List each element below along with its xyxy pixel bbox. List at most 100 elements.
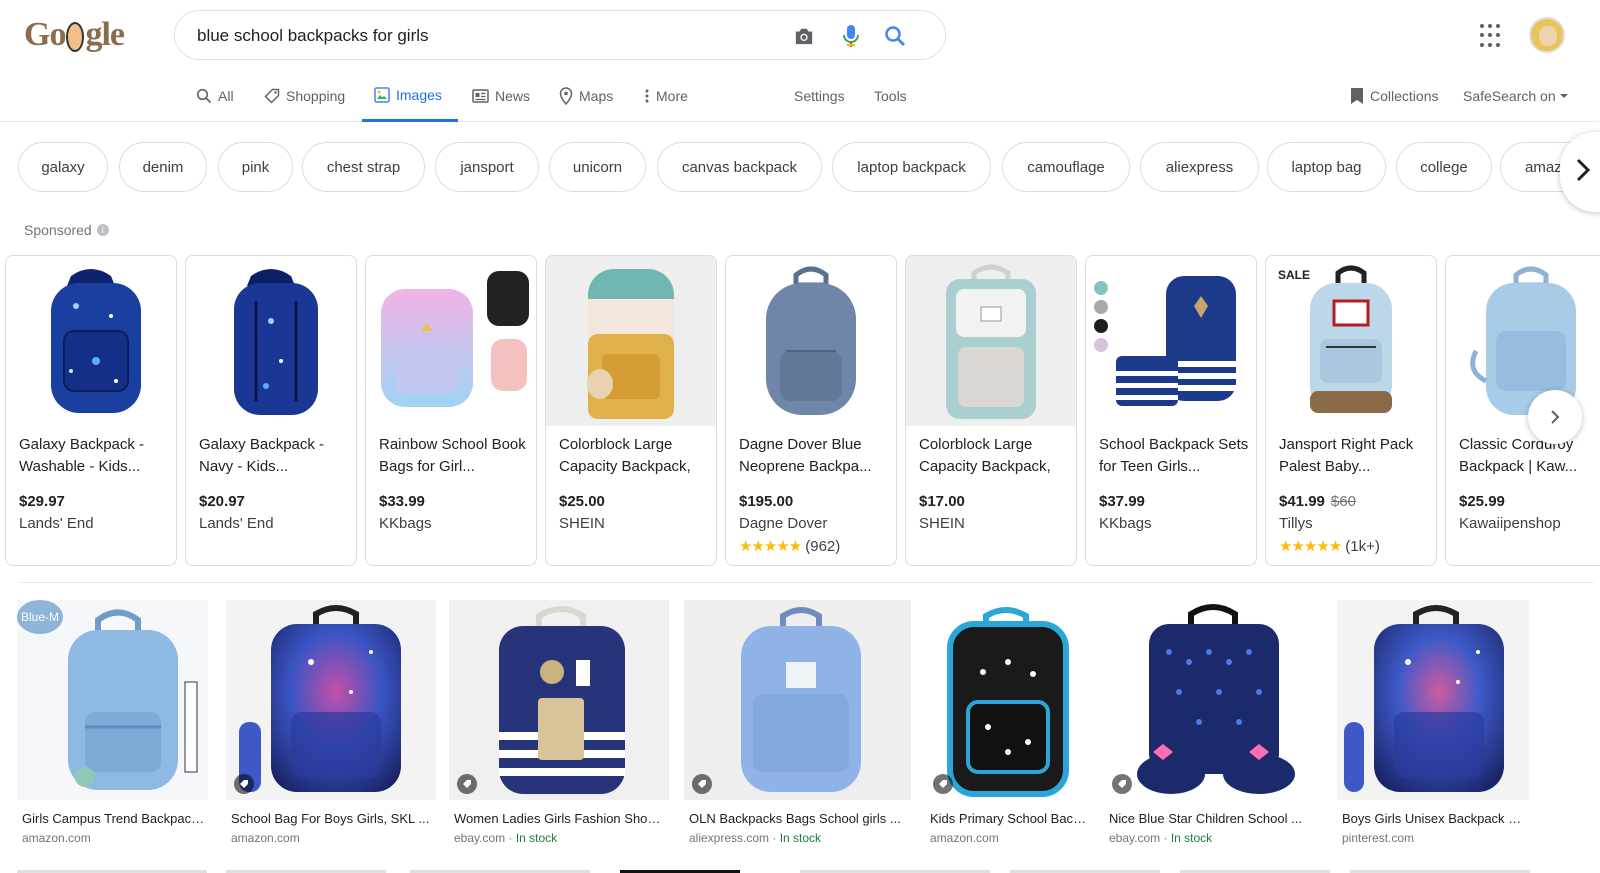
result-image[interactable] — [449, 600, 669, 800]
chip[interactable]: college — [1396, 142, 1492, 192]
image-result[interactable]: Boys Girls Unisex Backpack Galaxy ... pi… — [1337, 600, 1529, 850]
search-box[interactable]: blue school backpacks for girls — [174, 10, 946, 60]
image-result[interactable]: OLN Backpacks Bags School girls ... alie… — [684, 600, 911, 850]
tab-shopping[interactable]: Shopping — [264, 70, 345, 122]
camera-icon[interactable] — [790, 22, 818, 50]
image-result[interactable]: Women Ladies Girls Fashion Shoulder ... … — [449, 600, 669, 850]
result-source: amazon.com — [930, 831, 999, 845]
result-image[interactable] — [684, 600, 911, 800]
account-avatar[interactable] — [1529, 17, 1565, 53]
tab-maps[interactable]: Maps — [559, 70, 613, 122]
result-image[interactable] — [1104, 600, 1324, 800]
product-image — [366, 256, 536, 426]
product-store: KKbags — [1099, 515, 1152, 532]
product-card[interactable]: School Backpack Sets for Teen Girls... $… — [1085, 255, 1257, 566]
product-card[interactable]: Rainbow School Book Bags for Girl... $33… — [365, 255, 537, 566]
result-title[interactable]: Women Ladies Girls Fashion Shoulder ... — [454, 811, 666, 826]
chip[interactable]: galaxy — [18, 142, 108, 192]
color-swatches[interactable] — [1094, 281, 1108, 357]
product-card[interactable]: Galaxy Backpack - Washable - Kids... $29… — [5, 255, 177, 566]
chip[interactable]: laptop backpack — [832, 142, 991, 192]
result-image[interactable] — [1337, 600, 1529, 800]
product-card[interactable]: Dagne Dover Blue Neoprene Backpa... $195… — [725, 255, 897, 566]
google-apps-icon[interactable] — [1480, 24, 1504, 48]
color-swatch — [1094, 300, 1108, 314]
product-price: $33.99 — [379, 493, 425, 510]
products-next-button[interactable] — [1528, 390, 1582, 444]
result-source: ebay.com · In stock — [1109, 831, 1213, 845]
product-price: $41.99 $60 — [1279, 493, 1356, 510]
chip[interactable]: laptop bag — [1267, 142, 1386, 192]
related-searches-chips: galaxy denim pink chest strap jansport u… — [0, 140, 1600, 194]
tab-images[interactable]: Images — [362, 70, 458, 122]
image-result[interactable]: Blue-M Girls Campus Trend Backpack ... a… — [17, 600, 208, 850]
chevron-right-icon — [1551, 410, 1560, 424]
tab-all[interactable]: All — [196, 70, 234, 122]
image-result[interactable]: School Bag For Boys Girls, SKL ... amazo… — [226, 600, 436, 850]
more-vert-icon — [645, 89, 649, 103]
product-card[interactable]: Colorblock Large Capacity Backpack, $17.… — [905, 255, 1077, 566]
search-icon[interactable] — [881, 22, 909, 50]
product-price: $20.97 — [199, 493, 245, 510]
result-title[interactable]: Nice Blue Star Children School ... — [1109, 811, 1321, 826]
result-source: ebay.com · In stock — [454, 831, 558, 845]
microphone-icon[interactable] — [837, 22, 865, 50]
divider — [20, 582, 1594, 583]
search-tabs-bar: All Shopping Images News Maps More Setti… — [0, 70, 1600, 122]
product-card[interactable]: Colorblock Large Capacity Backpack, $25.… — [545, 255, 717, 566]
chip[interactable]: jansport — [435, 142, 539, 192]
product-card[interactable]: SALE Jansport Right Pack Palest Baby... … — [1265, 255, 1437, 566]
product-price: $17.00 — [919, 493, 965, 510]
dropdown-arrow-icon — [1559, 94, 1568, 98]
product-image — [546, 256, 716, 426]
result-image[interactable] — [226, 600, 436, 800]
result-title[interactable]: Kids Primary School Backpack ... — [930, 811, 1088, 826]
google-doodle-logo[interactable]: Go gle — [24, 16, 125, 54]
original-price: $60 — [1330, 493, 1356, 510]
image-result[interactable]: Nice Blue Star Children School ... ebay.… — [1104, 600, 1324, 850]
result-title[interactable]: School Bag For Boys Girls, SKL ... — [231, 811, 433, 826]
tab-news[interactable]: News — [472, 70, 530, 122]
tools-link[interactable]: Tools — [874, 70, 907, 122]
chip[interactable]: denim — [119, 142, 207, 192]
star-rating-icon: ★★★★★ — [1279, 538, 1342, 555]
product-store: KKbags — [379, 515, 432, 532]
chip[interactable]: unicorn — [549, 142, 646, 192]
settings-link[interactable]: Settings — [794, 70, 845, 122]
product-image — [1086, 256, 1256, 426]
chip[interactable]: camouflage — [1002, 142, 1130, 192]
color-swatch — [1094, 338, 1108, 352]
color-swatch — [1094, 319, 1108, 333]
product-title: Dagne Dover Blue Neoprene Backpa... — [739, 436, 872, 475]
sponsored-products-carousel: Galaxy Backpack - Washable - Kids... $29… — [0, 255, 1600, 567]
result-image[interactable]: Blue-M — [17, 600, 208, 800]
product-store: Lands' End — [199, 515, 274, 532]
tab-more[interactable]: More — [644, 70, 688, 122]
result-image[interactable] — [925, 600, 1091, 800]
chip[interactable]: chest strap — [302, 142, 425, 192]
search-input[interactable]: blue school backpacks for girls — [197, 26, 429, 46]
result-source: aliexpress.com · In stock — [689, 831, 822, 845]
chip[interactable]: canvas backpack — [657, 142, 822, 192]
shopping-tag-icon — [933, 774, 953, 794]
result-title[interactable]: Girls Campus Trend Backpack ... — [22, 811, 205, 826]
result-title[interactable]: OLN Backpacks Bags School girls ... — [689, 811, 908, 826]
chip[interactable]: aliexpress — [1140, 142, 1259, 192]
product-card[interactable]: Galaxy Backpack - Navy - Kids... $20.97 … — [185, 255, 357, 566]
color-swatch — [1094, 281, 1108, 295]
product-title: School Backpack Sets for Teen Girls... — [1099, 436, 1249, 475]
search-small-icon — [196, 88, 212, 104]
result-title[interactable]: Boys Girls Unisex Backpack Galaxy ... — [1342, 811, 1526, 826]
image-result[interactable]: Kids Primary School Backpack ... amazon.… — [925, 600, 1091, 850]
chip[interactable]: pink — [218, 142, 293, 192]
product-title: Rainbow School Book Bags for Girl... — [379, 436, 526, 475]
info-icon[interactable]: i — [96, 224, 109, 236]
collections-link[interactable]: Collections — [1350, 70, 1438, 122]
star-rating-icon: ★★★★★ — [739, 538, 802, 555]
newspaper-icon — [472, 89, 489, 103]
product-title: Colorblock Large Capacity Backpack, — [919, 436, 1051, 475]
safesearch-dropdown[interactable]: SafeSearch on — [1463, 70, 1575, 122]
map-pin-icon — [559, 87, 573, 105]
shopping-tag-icon — [692, 774, 712, 794]
product-rating: ★★★★★ (962) — [739, 538, 841, 555]
